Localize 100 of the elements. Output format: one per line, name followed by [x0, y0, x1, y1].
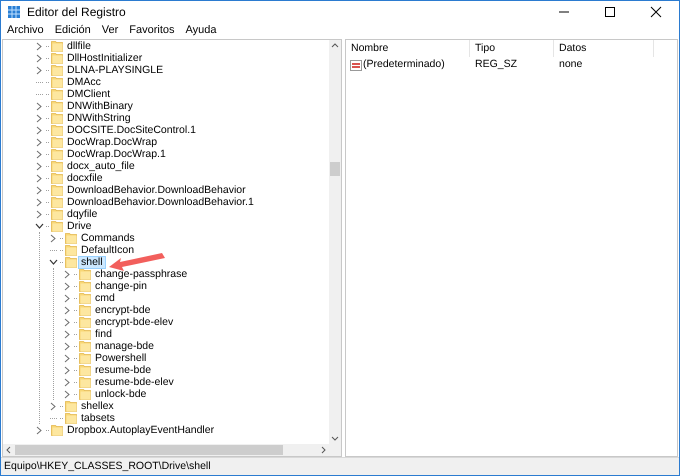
folder-icon [79, 280, 91, 292]
folder-icon [65, 256, 77, 268]
folder-icon [79, 304, 91, 316]
folder-icon [79, 340, 91, 352]
tree-item[interactable]: DownloadBehavior.DownloadBehavior [65, 184, 248, 196]
folder-icon [79, 292, 91, 304]
status-bar: Equipo\HKEY_CLASSES_ROOT\Drive\shell [1, 457, 679, 475]
tree-item[interactable]: DLNA-PLAYSINGLE [65, 64, 166, 76]
folder-icon [51, 196, 63, 208]
menu-item[interactable]: Edición [54, 22, 91, 38]
tree-item[interactable]: Commands [79, 232, 137, 244]
expand-icon[interactable] [36, 138, 43, 146]
tree-item[interactable]: DMAcc [65, 76, 103, 88]
expand-icon[interactable] [36, 150, 43, 158]
folder-icon [79, 364, 91, 376]
tree-item[interactable]: DMClient [65, 88, 112, 100]
folder-icon [79, 316, 91, 328]
collapse-icon[interactable] [35, 222, 44, 230]
tree-item[interactable]: DocWrap.DocWrap [65, 136, 160, 148]
expand-icon[interactable] [64, 342, 71, 350]
expand-icon[interactable] [64, 270, 71, 278]
scroll-thumb[interactable] [15, 445, 283, 455]
tree-item[interactable]: DownloadBehavior.DownloadBehavior.1 [65, 196, 256, 208]
expand-icon[interactable] [36, 42, 43, 50]
tree-item[interactable]: dqyfile [65, 208, 100, 220]
expand-icon[interactable] [36, 174, 43, 182]
expand-icon[interactable] [50, 402, 57, 410]
menu-item[interactable]: Ayuda [186, 22, 217, 38]
folder-icon [65, 400, 77, 412]
expand-icon[interactable] [36, 186, 43, 194]
tree-item[interactable]: resume-bde [93, 364, 154, 376]
expand-icon[interactable] [36, 162, 43, 170]
expand-icon[interactable] [64, 318, 71, 326]
tree-item[interactable]: tabsets [79, 412, 117, 424]
expand-icon[interactable] [36, 114, 43, 122]
tree-item[interactable]: docx_auto_file [65, 160, 137, 172]
tree-item[interactable]: dllfile [65, 40, 93, 52]
value-name[interactable]: (Predeterminado) [363, 57, 445, 73]
tree-item[interactable]: DefaultIcon [79, 244, 136, 256]
expand-icon[interactable] [64, 366, 71, 374]
folder-icon [51, 40, 63, 52]
tree-item[interactable]: unlock-bde [93, 388, 148, 400]
column-header[interactable]: Tipo [470, 40, 554, 57]
expand-icon[interactable] [36, 102, 43, 110]
folder-icon [51, 184, 63, 196]
tree-item[interactable]: change-passphrase [93, 268, 190, 280]
tree-item[interactable]: find [93, 328, 114, 340]
folder-icon [79, 376, 91, 388]
expand-icon[interactable] [64, 294, 71, 302]
tree-item[interactable]: DocWrap.DocWrap.1 [65, 148, 168, 160]
folder-icon [51, 220, 63, 232]
tree-item[interactable]: encrypt-bde-elev [93, 316, 176, 328]
expand-icon[interactable] [36, 426, 43, 434]
tree-item[interactable]: manage-bde [93, 340, 156, 352]
menu-item[interactable]: Ver [102, 22, 118, 38]
tree-item[interactable]: resume-bde-elev [93, 376, 176, 388]
tree-item[interactable]: DNWithBinary [65, 100, 135, 112]
window-title: Editor del Registro [27, 4, 126, 20]
folder-icon [51, 112, 63, 124]
tree-item[interactable]: cmd [93, 292, 117, 304]
folder-icon [79, 352, 91, 364]
expand-icon[interactable] [64, 282, 71, 290]
folder-icon [51, 64, 63, 76]
tree-item[interactable]: Drive [65, 220, 94, 232]
menu-item[interactable]: Archivo [7, 22, 44, 38]
expand-icon[interactable] [64, 390, 71, 398]
tree-item[interactable]: docxfile [65, 172, 105, 184]
expand-icon[interactable] [64, 306, 71, 314]
expand-icon[interactable] [64, 330, 71, 338]
tree-item[interactable]: DOCSITE.DocSiteControl.1 [65, 124, 198, 136]
tree-item[interactable]: Dropbox.AutoplayEventHandler [65, 424, 216, 436]
expand-icon[interactable] [36, 210, 43, 218]
menu-item[interactable]: Favoritos [129, 22, 175, 38]
tree-item[interactable]: DNWithString [65, 112, 133, 124]
folder-icon [51, 160, 63, 172]
expand-icon[interactable] [64, 354, 71, 362]
vertical-scrollbar[interactable] [329, 40, 341, 444]
expand-icon[interactable] [50, 234, 57, 242]
tree-item[interactable]: DllHostInitializer [65, 52, 144, 64]
collapse-icon[interactable] [49, 258, 58, 266]
column-header[interactable]: Nombre [346, 40, 470, 57]
folder-icon [65, 412, 77, 424]
folder-icon [51, 124, 63, 136]
tree-item[interactable]: shellex [79, 400, 116, 412]
tree-item[interactable]: Powershell [93, 352, 148, 364]
expand-icon[interactable] [36, 198, 43, 206]
scroll-thumb[interactable] [330, 162, 340, 176]
expand-icon[interactable] [36, 126, 43, 134]
tree-item[interactable]: shell [79, 256, 105, 268]
expand-icon[interactable] [36, 66, 43, 74]
horizontal-scrollbar[interactable] [3, 444, 341, 456]
folder-icon [51, 148, 63, 160]
expand-icon[interactable] [64, 378, 71, 386]
folder-icon [51, 424, 63, 436]
tree-item[interactable]: change-pin [93, 280, 149, 292]
tree-item[interactable]: encrypt-bde [93, 304, 152, 316]
folder-icon [51, 136, 63, 148]
column-header[interactable]: Datos [554, 40, 654, 57]
registry-icon [7, 4, 21, 18]
expand-icon[interactable] [36, 54, 43, 62]
